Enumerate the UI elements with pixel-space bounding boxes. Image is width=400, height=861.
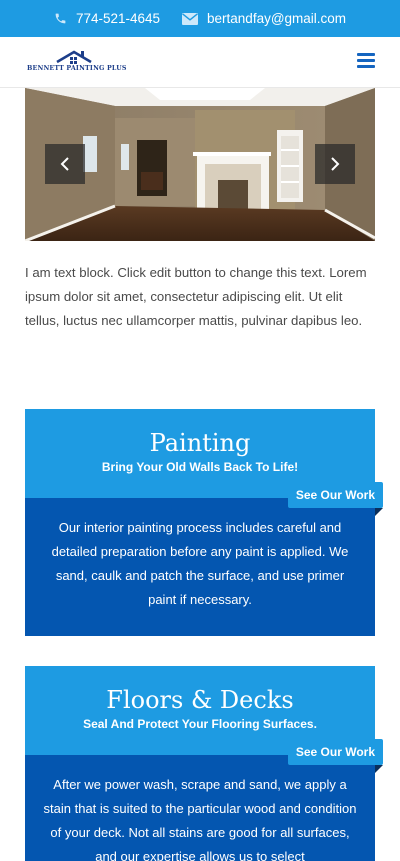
site-header: BENNETT PAINTING PLUS (0, 37, 400, 88)
service-subtitle: Bring Your Old Walls Back To Life! (101, 460, 299, 474)
service-description: Our interior painting process includes c… (25, 498, 375, 636)
contact-bar: 774-521-4645 bertandfay@gmail.com (0, 0, 400, 37)
logo-text: BENNETT PAINTING PLUS (27, 65, 127, 72)
chevron-right-icon (331, 157, 340, 171)
text-block: I am text block. Click edit button to ch… (25, 265, 367, 328)
chevron-left-icon (60, 157, 69, 171)
service-description: After we power wash, scrape and sand, we… (25, 755, 375, 861)
service-card-painting: Painting Bring Your Old Walls Back To Li… (25, 409, 384, 636)
service-card-floors-decks: Floors & Decks Seal And Protect Your Flo… (25, 666, 384, 861)
phone-link[interactable]: 774-521-4645 (54, 11, 160, 26)
slider-next-button[interactable] (315, 144, 355, 184)
site-logo[interactable]: BENNETT PAINTING PLUS (27, 49, 127, 75)
envelope-icon (182, 12, 199, 25)
service-title: Floors & Decks (106, 686, 294, 714)
service-subtitle: Seal And Protect Your Flooring Surfaces. (83, 717, 317, 731)
see-our-work-button[interactable]: See Our Work (287, 739, 384, 773)
email-address: bertandfay@gmail.com (207, 11, 347, 26)
slider-prev-button[interactable] (45, 144, 85, 184)
hamburger-icon[interactable] (357, 53, 375, 68)
service-title: Painting (149, 429, 251, 457)
email-link[interactable]: bertandfay@gmail.com (182, 11, 346, 26)
phone-icon (54, 12, 67, 25)
phone-number: 774-521-4645 (75, 11, 161, 26)
see-our-work-button[interactable]: See Our Work (287, 482, 384, 516)
image-slider (25, 88, 375, 241)
